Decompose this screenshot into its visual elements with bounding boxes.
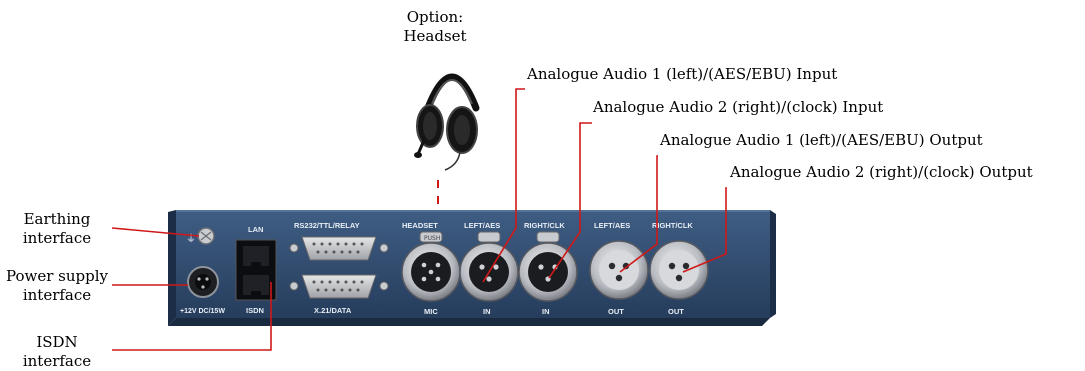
in-label-right: IN <box>542 307 550 316</box>
push-label: PUSH <box>424 235 440 242</box>
right-clk-in-label: RIGHT/CLK <box>524 221 565 230</box>
out-label-left: OUT <box>608 307 624 316</box>
mic-label: MIC <box>424 307 438 316</box>
lan-label: LAN <box>248 225 263 234</box>
x21-label: X.21/DATA <box>314 306 352 315</box>
headset-image <box>414 73 480 171</box>
headset-connector-label: HEADSET <box>402 221 438 230</box>
device-diagram: ⏚ +12V DC/15W LAN ISDN RS232/TTL/RELAY X… <box>111 73 776 351</box>
left-aes-in-label: LEFT/AES <box>464 221 500 230</box>
out-label-right: OUT <box>668 307 684 316</box>
left-aes-out-label: LEFT/AES <box>594 221 630 230</box>
isdn-label: ISDN <box>246 306 264 315</box>
rs232-label: RS232/TTL/RELAY <box>294 221 360 230</box>
in-label-left: IN <box>483 307 491 316</box>
device-rear-panel: ⏚ +12V DC/15W LAN ISDN RS232/TTL/RELAY X… <box>168 210 776 326</box>
power-connector-label: +12V DC/15W <box>180 308 225 315</box>
right-clk-out-label: RIGHT/CLK <box>652 221 693 230</box>
